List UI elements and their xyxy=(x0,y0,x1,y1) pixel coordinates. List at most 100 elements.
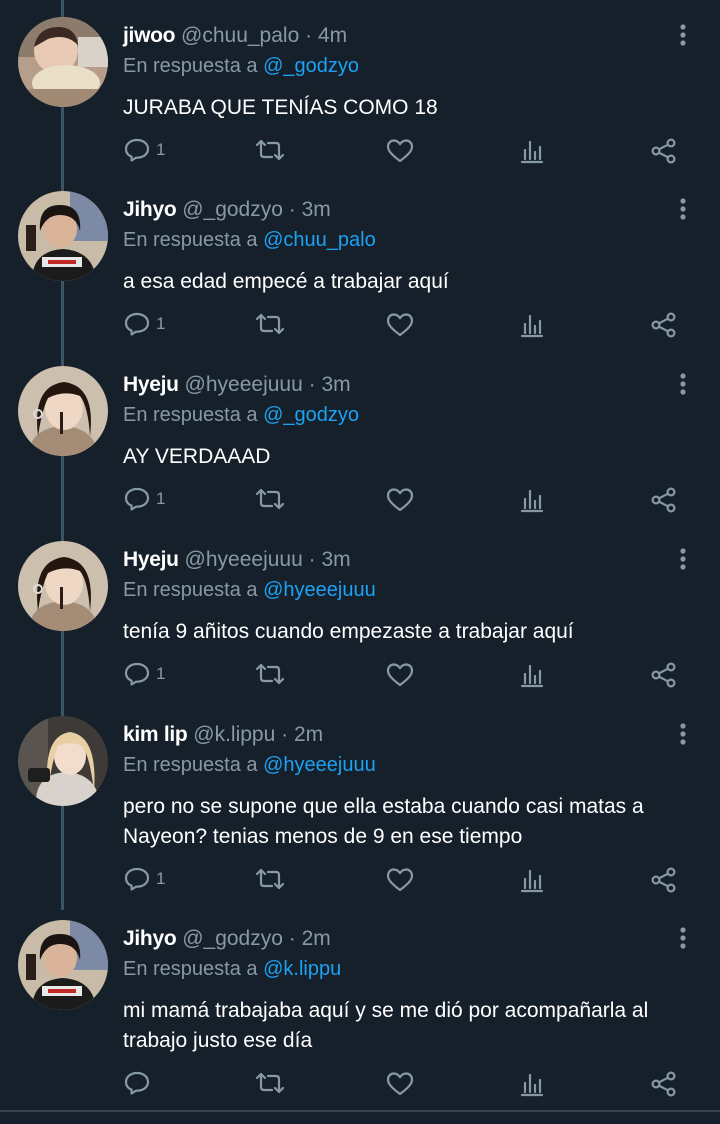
like-button[interactable] xyxy=(386,1065,416,1101)
more-options-button[interactable] xyxy=(672,369,694,399)
retweet-button[interactable] xyxy=(255,306,287,342)
avatar[interactable] xyxy=(18,191,108,281)
share-icon xyxy=(651,312,676,338)
analytics-button[interactable] xyxy=(520,132,546,168)
user-handle[interactable]: @chuu_palo xyxy=(181,24,299,47)
user-handle[interactable]: @k.lippu xyxy=(193,723,275,746)
more-options-button[interactable] xyxy=(672,20,694,50)
timestamp[interactable]: 3m xyxy=(302,198,331,221)
display-name[interactable]: Hyeju xyxy=(123,373,179,396)
more-options-button[interactable] xyxy=(672,923,694,953)
share-button[interactable] xyxy=(650,656,678,692)
reply-button[interactable]: 1 xyxy=(124,861,174,897)
user-handle[interactable]: @_godzyo xyxy=(182,927,283,950)
heart-icon xyxy=(386,663,414,687)
display-name[interactable]: Hyeju xyxy=(123,548,179,571)
display-name[interactable]: Jihyo xyxy=(123,198,177,221)
share-icon xyxy=(651,1071,676,1097)
more-vertical-icon xyxy=(680,927,686,949)
analytics-icon xyxy=(520,489,544,513)
tweet-actions xyxy=(0,1065,720,1101)
timestamp[interactable]: 4m xyxy=(318,24,347,47)
reply-target-link[interactable]: @_godzyo xyxy=(263,404,359,426)
tweet-content: Hyeju @hyeeejuuu · 3m En respuesta a @_g… xyxy=(123,369,683,472)
display-name[interactable]: jiwoo xyxy=(123,24,175,47)
reply-target-link[interactable]: @_godzyo xyxy=(263,55,359,77)
retweet-button[interactable] xyxy=(255,481,287,517)
analytics-button[interactable] xyxy=(520,861,546,897)
analytics-button[interactable] xyxy=(520,306,546,342)
display-name[interactable]: kim lip xyxy=(123,723,188,746)
retweet-icon xyxy=(255,488,285,510)
reply-prefix: En respuesta a xyxy=(123,958,258,980)
timestamp[interactable]: 3m xyxy=(321,548,350,571)
share-icon xyxy=(651,487,676,513)
tweet-thread: jiwoo @chuu_palo · 4m En respuesta a @_g… xyxy=(0,0,720,1124)
share-button[interactable] xyxy=(650,861,678,897)
avatar[interactable] xyxy=(18,920,108,1010)
analytics-icon xyxy=(520,1073,544,1097)
retweet-icon xyxy=(255,663,285,685)
retweet-button[interactable] xyxy=(255,656,287,692)
retweet-icon xyxy=(255,139,285,161)
reply-button[interactable]: 1 xyxy=(124,306,174,342)
timestamp[interactable]: 2m xyxy=(302,927,331,950)
timestamp[interactable]: 2m xyxy=(294,723,323,746)
reply-target-link[interactable]: @hyeeejuuu xyxy=(263,579,376,601)
more-options-button[interactable] xyxy=(672,719,694,749)
user-handle[interactable]: @hyeeejuuu xyxy=(185,548,303,571)
retweet-button[interactable] xyxy=(255,132,287,168)
user-handle[interactable]: @_godzyo xyxy=(182,198,283,221)
avatar[interactable] xyxy=(18,17,108,107)
heart-icon xyxy=(386,488,414,512)
reply-button[interactable]: 1 xyxy=(124,656,174,692)
like-button[interactable] xyxy=(386,481,416,517)
reply-count: 1 xyxy=(156,664,166,683)
analytics-button[interactable] xyxy=(520,481,546,517)
share-button[interactable] xyxy=(650,1065,678,1101)
like-button[interactable] xyxy=(386,861,416,897)
avatar[interactable] xyxy=(18,541,108,631)
reply-context: En respuesta a @k.lippu xyxy=(123,955,683,983)
more-options-button[interactable] xyxy=(672,544,694,574)
tweet-header: kim lip @k.lippu · 2m xyxy=(123,719,683,751)
reply-button[interactable]: 1 xyxy=(124,132,174,168)
avatar[interactable] xyxy=(18,366,108,456)
like-button[interactable] xyxy=(386,656,416,692)
reply-target-link[interactable]: @hyeeejuuu xyxy=(263,754,376,776)
analytics-button[interactable] xyxy=(520,656,546,692)
like-button[interactable] xyxy=(386,306,416,342)
reply-button[interactable]: 1 xyxy=(124,481,174,517)
retweet-button[interactable] xyxy=(255,1065,287,1101)
reply-icon xyxy=(124,1071,150,1095)
tweet-header: Jihyo @_godzyo · 2m xyxy=(123,923,683,955)
display-name[interactable]: Jihyo xyxy=(123,927,177,950)
reply-target-link[interactable]: @chuu_palo xyxy=(263,229,376,251)
separator-dot: · xyxy=(281,723,289,746)
share-button[interactable] xyxy=(650,132,678,168)
timestamp[interactable]: 3m xyxy=(321,373,350,396)
more-vertical-icon xyxy=(680,24,686,46)
retweet-button[interactable] xyxy=(255,861,287,897)
share-button[interactable] xyxy=(650,481,678,517)
reply-count: 1 xyxy=(156,140,166,159)
retweet-icon xyxy=(255,313,285,335)
user-handle[interactable]: @hyeeejuuu xyxy=(185,373,303,396)
tweet-text: tenía 9 añitos cuando empezaste a trabaj… xyxy=(123,620,574,643)
retweet-icon xyxy=(255,868,285,890)
reply-button[interactable] xyxy=(124,1065,174,1101)
reply-target-link[interactable]: @k.lippu xyxy=(263,958,341,980)
more-vertical-icon xyxy=(680,548,686,570)
tweet-actions: 1 xyxy=(0,306,720,342)
analytics-button[interactable] xyxy=(520,1065,546,1101)
heart-icon xyxy=(386,1072,414,1096)
more-options-button[interactable] xyxy=(672,194,694,224)
like-button[interactable] xyxy=(386,132,416,168)
tweet-content: jiwoo @chuu_palo · 4m En respuesta a @_g… xyxy=(123,20,683,123)
tweet-header: Hyeju @hyeeejuuu · 3m xyxy=(123,544,683,576)
avatar[interactable] xyxy=(18,716,108,806)
tweet-actions: 1 xyxy=(0,861,720,897)
analytics-icon xyxy=(520,140,544,164)
share-button[interactable] xyxy=(650,306,678,342)
reply-prefix: En respuesta a xyxy=(123,55,258,77)
